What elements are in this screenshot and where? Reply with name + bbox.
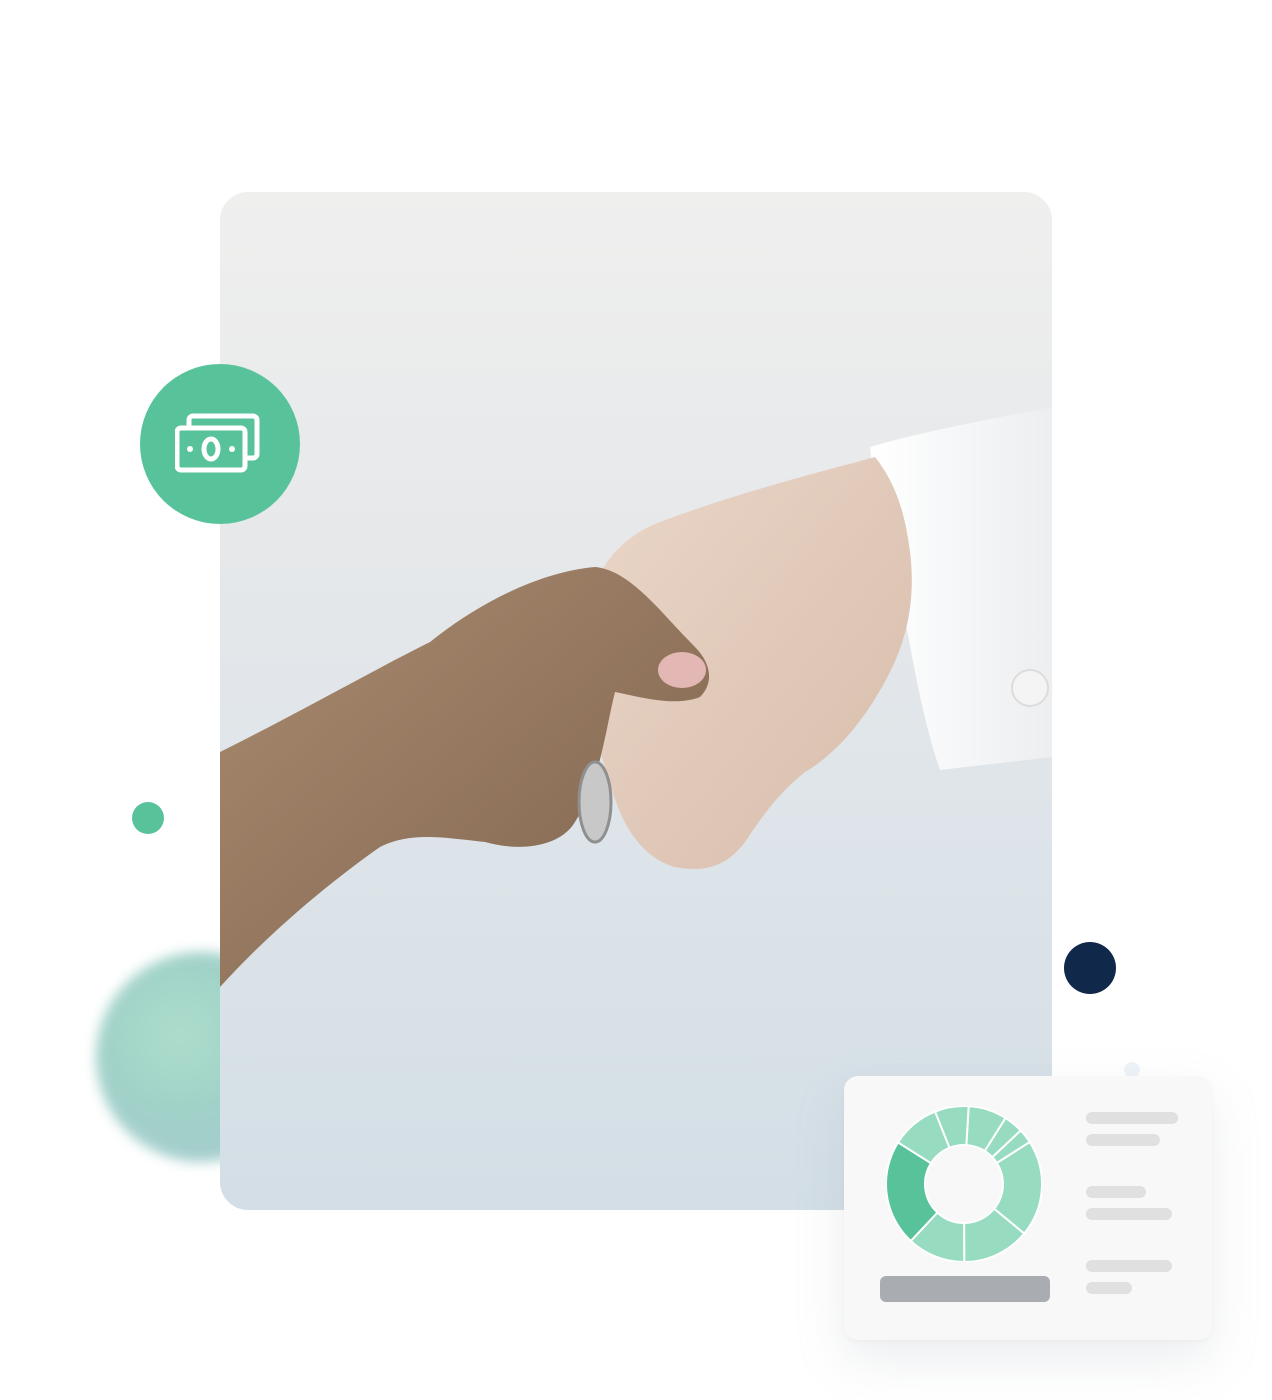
decorative-navy-dot (1064, 942, 1116, 994)
decorative-green-dot (132, 802, 164, 834)
placeholder-line (1086, 1186, 1146, 1198)
widget-footer-bar (880, 1276, 1050, 1302)
placeholder-line (1086, 1260, 1172, 1272)
placeholder-line (1086, 1112, 1178, 1124)
money-bills-icon (175, 413, 260, 473)
dashboard-widget-card (844, 1076, 1212, 1340)
handshake-illustration (220, 407, 1052, 987)
handshake-photo (220, 192, 1052, 1210)
donut-chart (886, 1106, 1042, 1262)
money-badge (140, 364, 300, 524)
placeholder-line (1086, 1134, 1160, 1146)
placeholder-line (1086, 1208, 1172, 1220)
placeholder-line (1086, 1282, 1132, 1294)
